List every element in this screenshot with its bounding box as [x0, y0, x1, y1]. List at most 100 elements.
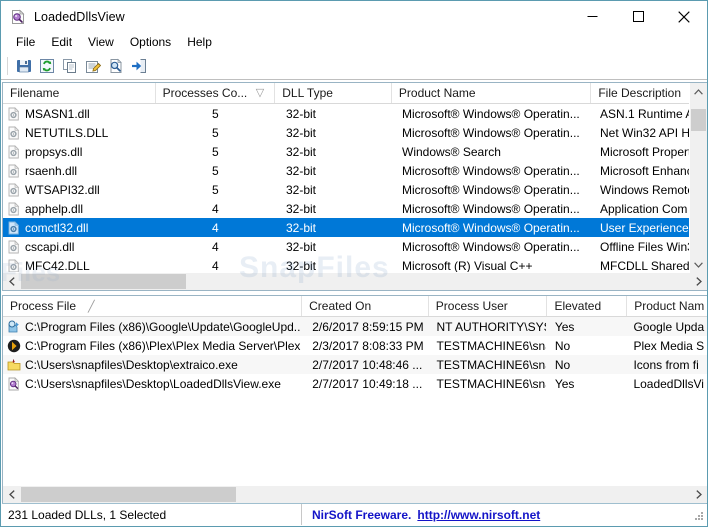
resize-grip-icon[interactable]	[692, 509, 704, 521]
menu-view[interactable]: View	[80, 34, 122, 51]
dll-processes-count-cell: 5	[212, 106, 219, 121]
dll-filename-cell: comctl32.dll	[3, 218, 156, 237]
menu-edit[interactable]: Edit	[43, 34, 80, 51]
dll-filename-label: cscapi.dll	[25, 239, 75, 254]
table-row[interactable]: MSASN1.dll 5 32-bit Microsoft® Windows® Ope…	[3, 104, 707, 123]
table-row[interactable]: WTSAPI32.dll 5 32-bit Microsoft® Windows® O…	[3, 180, 707, 199]
dll-file-icon	[7, 239, 21, 254]
dll-filename-label: comctl32.dll	[25, 220, 89, 235]
dll-type-cell: 32-bit	[286, 125, 317, 140]
dll-file-icon	[7, 144, 21, 159]
process-product-name-cell: LoadedDllsVi	[633, 376, 704, 391]
process-list-horizontal-scrollbar[interactable]	[3, 485, 707, 503]
dll-product-name-cell: Windows® Search	[402, 144, 501, 159]
dll-file-icon	[7, 258, 21, 273]
dll-type-cell: 32-bit	[286, 106, 317, 121]
menu-file[interactable]: File	[8, 34, 43, 51]
dll-filename-cell: cscapi.dll	[3, 237, 156, 256]
process-product-name-cell: Plex Media S	[633, 338, 705, 353]
title-bar: LoadedDllsView	[1, 1, 707, 32]
process-product-name-cell: Google Upda	[633, 319, 705, 334]
dll-filename-label: apphelp.dll	[25, 201, 84, 216]
dll-type-cell: 32-bit	[286, 144, 317, 159]
menu-help[interactable]: Help	[179, 34, 220, 51]
copy-button[interactable]	[58, 55, 81, 77]
dll-list-scroll-right-arrow[interactable]	[690, 273, 707, 290]
table-row[interactable]: NETUTILS.DLL 5 32-bit Microsoft® Windows® O…	[3, 123, 707, 142]
scroll-up-icon[interactable]	[690, 83, 707, 100]
dll-processes-count-cell: 4	[212, 220, 219, 235]
table-row[interactable]: rsaenh.dll 5 32-bit Microsoft® Windows® Ope…	[3, 161, 707, 180]
dll-type-cell: 32-bit	[286, 163, 317, 178]
exit-button[interactable]	[127, 55, 150, 77]
dll-list-hscroll-thumb[interactable]	[21, 274, 186, 289]
dll-file-icon	[7, 220, 21, 235]
table-row[interactable]: apphelp.dll 4 32-bit Microsoft® Windows® Op…	[3, 199, 707, 218]
window-title: LoadedDllsView	[34, 9, 125, 24]
column-header-product-name[interactable]: Product Name	[391, 83, 592, 103]
status-nirsoft-link[interactable]: http://www.nirsoft.net	[417, 508, 540, 522]
save-button[interactable]	[12, 55, 35, 77]
table-row[interactable]: propsys.dll 5 32-bit Windows® Search Microso…	[3, 142, 707, 161]
scroll-down-icon[interactable]	[690, 256, 707, 273]
toolbar-separator	[7, 57, 8, 75]
exit-icon	[131, 58, 147, 74]
save-icon	[16, 58, 32, 74]
column-header-elevated[interactable]: Elevated	[547, 296, 628, 316]
table-row[interactable]: C:\Program Files (x86)\Plex\Plex Media S…	[3, 336, 707, 355]
process-created-on-cell: 2/3/2017 8:08:33 PM	[312, 338, 424, 353]
refresh-button[interactable]	[35, 55, 58, 77]
process-created-on-cell: 2/7/2017 10:49:18 ...	[312, 376, 423, 391]
proc-scroll-right-icon[interactable]	[690, 486, 707, 503]
table-row[interactable]: C:\Users\snapfiles\Desktop\LoadedDllsVie…	[3, 374, 707, 393]
column-header-processes-count-label: Processes Co...	[162, 86, 248, 100]
process-elevated-cell: No	[554, 357, 571, 372]
process-elevated-cell: Yes	[554, 376, 575, 391]
process-user-cell: NT AUTHORITY\SYS...	[436, 319, 546, 334]
column-header-processes-count[interactable]: Processes Co... ▽	[155, 83, 276, 103]
close-button[interactable]	[661, 1, 707, 32]
dll-list-horizontal-scrollbar[interactable]	[3, 272, 690, 290]
dll-file-description-cell: Net Win32 API He	[600, 125, 697, 140]
dll-file-icon	[7, 182, 21, 197]
dll-file-description-cell: Microsoft Enhanc	[600, 163, 693, 178]
menu-options[interactable]: Options	[122, 34, 179, 51]
column-header-created-on[interactable]: Created On	[302, 296, 429, 316]
proc-scroll-left-icon[interactable]	[3, 486, 20, 503]
dll-product-name-cell: Microsoft® Windows® Operatin...	[402, 201, 580, 216]
properties-button[interactable]	[81, 55, 104, 77]
copy-icon	[62, 58, 78, 74]
column-header-product-name-label: Product Name	[398, 86, 476, 100]
process-list-hscroll-thumb[interactable]	[21, 487, 236, 502]
dll-filename-label: NETUTILS.DLL	[25, 125, 109, 140]
google-update-icon	[7, 320, 21, 334]
process-file-cell: C:\Users\snapfiles\Desktop\LoadedDllsVie…	[3, 374, 301, 393]
dll-filename-cell: rsaenh.dll	[3, 161, 156, 180]
status-loaded-dlls-count: 231 Loaded DLLs, 1 Selected	[2, 504, 302, 525]
column-header-process-user[interactable]: Process User	[428, 296, 548, 316]
column-header-process-user-label: Process User	[435, 299, 508, 313]
dll-type-cell: 32-bit	[286, 182, 317, 197]
dll-filename-label: rsaenh.dll	[25, 163, 78, 178]
column-header-process-product-name[interactable]: Product Nam	[627, 296, 707, 316]
toolbar	[1, 53, 707, 80]
minimize-button[interactable]	[569, 1, 615, 32]
dll-processes-count-cell: 5	[212, 182, 219, 197]
dll-filename-label: MFC42.DLL	[25, 258, 90, 273]
dll-list-vertical-scrollbar[interactable]	[689, 83, 707, 273]
maximize-button[interactable]	[615, 1, 661, 32]
dll-list-vscroll-thumb[interactable]	[691, 109, 706, 131]
process-file-cell: C:\Program Files (x86)\Plex\Plex Media S…	[3, 336, 301, 355]
table-row[interactable]: comctl32.dll 4 32-bit Microsoft® Windows® O…	[3, 218, 707, 237]
dll-file-icon	[7, 106, 21, 121]
scroll-left-icon[interactable]	[3, 273, 20, 290]
table-row[interactable]: cscapi.dll 4 32-bit Microsoft® Windows® Ope…	[3, 237, 707, 256]
find-button[interactable]	[104, 55, 127, 77]
column-header-elevated-label: Elevated	[554, 299, 602, 313]
table-row[interactable]: C:\Program Files (x86)\Google\Update\Goo…	[3, 317, 707, 336]
table-row[interactable]: C:\Users\snapfiles\Desktop\extraico.exe 2…	[3, 355, 707, 374]
column-header-dll-type[interactable]: DLL Type	[275, 83, 392, 103]
column-header-filename[interactable]: Filename	[3, 83, 156, 103]
column-header-process-file[interactable]: Process File ╱	[3, 296, 303, 316]
process-user-cell: TESTMACHINE6\sna...	[436, 338, 546, 353]
